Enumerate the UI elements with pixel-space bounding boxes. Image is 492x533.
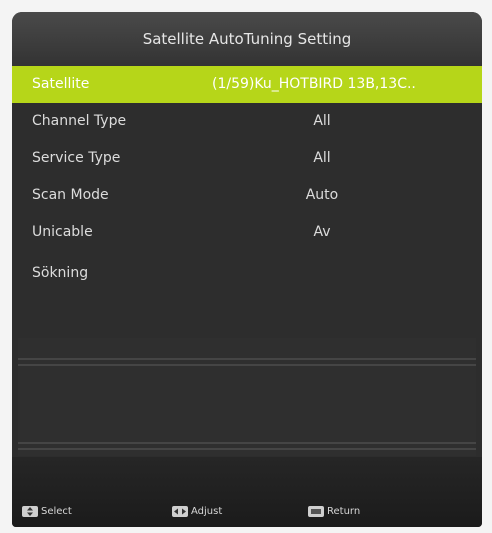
row-scan-mode[interactable]: Scan Mode Auto xyxy=(12,177,482,214)
row-label: Channel Type xyxy=(32,113,127,129)
hint-select-label: Select xyxy=(41,506,72,517)
divider xyxy=(18,448,476,450)
left-right-arrows-icon xyxy=(172,506,188,517)
hint-select: Select xyxy=(22,506,72,517)
divider xyxy=(18,442,476,444)
divider xyxy=(18,364,476,366)
settings-list: Satellite (1/59)Ku_HOTBIRD 13B,13C.. Cha… xyxy=(12,66,482,296)
row-service-type[interactable]: Service Type All xyxy=(12,140,482,177)
row-channel-type[interactable]: Channel Type All xyxy=(12,103,482,140)
row-label: Scan Mode xyxy=(32,187,109,203)
tuning-dialog: Satellite AutoTuning Setting Satellite (… xyxy=(12,12,482,527)
footer-bar: Select Adjust Return xyxy=(12,457,482,527)
row-label: Service Type xyxy=(32,150,121,166)
hint-return-label: Return xyxy=(327,506,361,517)
menu-key-icon xyxy=(308,506,324,517)
row-label: Unicable xyxy=(32,224,93,240)
row-value: All xyxy=(313,150,331,166)
up-down-arrows-icon xyxy=(22,506,38,517)
row-unicable[interactable]: Unicable Av xyxy=(12,214,482,251)
row-search[interactable]: Sökning xyxy=(12,251,482,296)
row-value: All xyxy=(313,113,331,129)
row-value: Auto xyxy=(305,187,339,203)
row-value: (1/59)Ku_HOTBIRD 13B,13C.. xyxy=(212,76,416,92)
search-label: Sökning xyxy=(32,265,89,281)
divider xyxy=(18,358,476,360)
hint-adjust: Adjust xyxy=(172,506,222,517)
row-satellite[interactable]: Satellite (1/59)Ku_HOTBIRD 13B,13C.. xyxy=(12,66,482,103)
info-area xyxy=(18,338,476,456)
row-value: Av xyxy=(313,224,331,240)
hint-return: Return xyxy=(308,506,360,517)
dialog-title: Satellite AutoTuning Setting xyxy=(12,12,482,66)
row-label: Satellite xyxy=(32,76,90,92)
hint-adjust-label: Adjust xyxy=(191,506,223,517)
